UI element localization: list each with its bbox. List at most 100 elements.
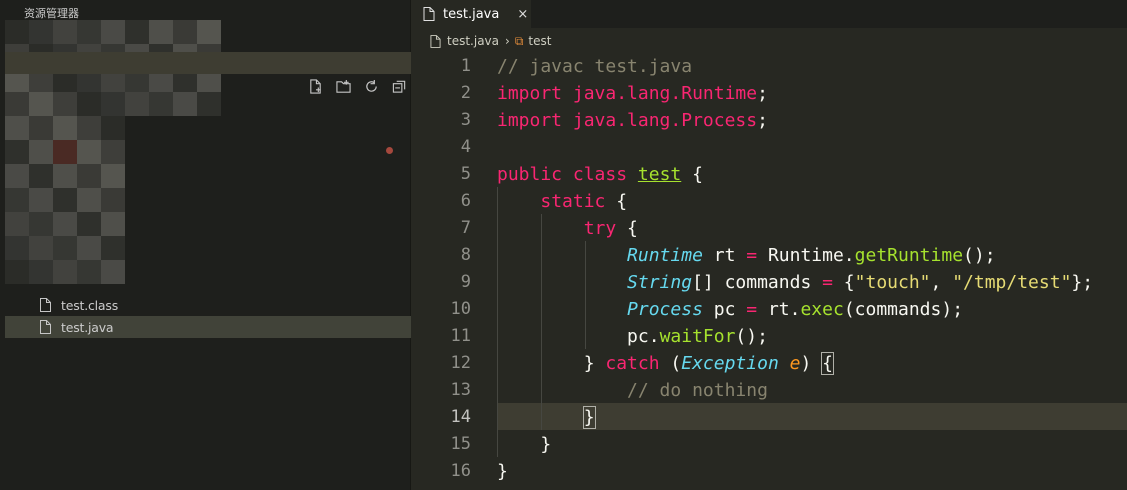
line-number: 10 xyxy=(450,299,471,319)
redaction-pixel xyxy=(53,140,77,164)
code-token: exec xyxy=(800,299,844,320)
code-token: = xyxy=(746,299,758,320)
redaction-pixel xyxy=(29,212,53,236)
code-token: { xyxy=(832,272,855,293)
code-token: waitFor xyxy=(659,326,736,347)
code-token: test xyxy=(637,164,682,185)
code-token: "/tmp/test" xyxy=(952,272,1072,293)
redaction-pixel xyxy=(77,140,101,164)
redaction-pixel xyxy=(173,20,197,44)
redaction-pixel xyxy=(77,164,101,188)
redaction-pixel xyxy=(101,140,125,164)
code-text: static { xyxy=(497,188,627,215)
redaction-pixel xyxy=(29,116,53,140)
redaction-pixel xyxy=(125,20,149,44)
code-text: } xyxy=(497,404,596,431)
folder-header-bar[interactable] xyxy=(5,52,411,74)
line-number: 9 xyxy=(460,272,471,292)
redaction-pixel xyxy=(77,212,101,236)
code-token: } xyxy=(497,353,606,374)
code-token: [] commands xyxy=(692,272,823,293)
code-token: e xyxy=(789,353,801,374)
line-number: 15 xyxy=(450,434,471,454)
line-number: 12 xyxy=(450,353,471,373)
redaction-pixel xyxy=(53,92,77,116)
redaction-pixel xyxy=(29,20,53,44)
code-text: public class test { xyxy=(497,161,703,188)
redaction-pixel xyxy=(101,116,125,140)
code-token: "touch" xyxy=(854,272,931,293)
line-number: 1 xyxy=(460,56,471,76)
code-token: import java.lang.Runtime xyxy=(497,83,758,104)
redaction-pixel xyxy=(77,260,101,284)
collapse-all-icon[interactable] xyxy=(390,77,408,95)
redaction-pixel xyxy=(53,212,77,236)
new-folder-icon[interactable] xyxy=(334,77,352,95)
breadcrumb-symbol[interactable]: test xyxy=(528,34,551,48)
code-token: { xyxy=(616,218,638,239)
redaction-pixel xyxy=(101,188,125,212)
redaction-pixel xyxy=(197,20,221,44)
breadcrumb: test.java › ⧉ test xyxy=(430,32,551,50)
redaction-pixel xyxy=(29,92,53,116)
redaction-pixel xyxy=(101,236,125,260)
redaction-pixel xyxy=(5,20,29,44)
file-name: test.java xyxy=(61,319,114,335)
redaction-pixel xyxy=(53,260,77,284)
code-text: // do nothing xyxy=(497,377,768,404)
code-token: { xyxy=(681,164,703,185)
code-token: public class xyxy=(497,164,638,185)
redaction-pixel xyxy=(77,116,101,140)
refresh-icon[interactable] xyxy=(362,77,380,95)
code-token: } xyxy=(582,406,596,429)
editor-tab-bar: test.java × xyxy=(411,0,1127,28)
redaction-pixel xyxy=(29,164,53,188)
redaction-pixel xyxy=(5,260,29,284)
code-token: static xyxy=(540,191,606,212)
code-token: try xyxy=(583,218,617,239)
line-number: 14 xyxy=(450,407,471,427)
code-text: Process pc = rt.exec(commands); xyxy=(497,296,963,323)
file-icon xyxy=(40,320,51,334)
line-number: 8 xyxy=(460,245,471,265)
redaction-pixel xyxy=(101,164,125,188)
file-item-test-class[interactable]: test.class xyxy=(5,294,411,316)
new-file-icon[interactable] xyxy=(306,77,324,95)
code-text: pc.waitFor(); xyxy=(497,323,768,350)
code-token: import java.lang.Process xyxy=(497,110,758,131)
redaction-pixel xyxy=(101,20,125,44)
code-token: = xyxy=(822,272,833,293)
code-token: = xyxy=(746,245,758,266)
code-text: import java.lang.Process; xyxy=(497,107,768,134)
code-text: Runtime rt = Runtime.getRuntime(); xyxy=(497,242,996,269)
code-token: { xyxy=(605,191,628,212)
code-token: } xyxy=(497,461,508,482)
redaction-pixel xyxy=(173,92,197,116)
redaction-pixel xyxy=(149,92,173,116)
redaction-pixel xyxy=(101,260,125,284)
line-number: 3 xyxy=(460,110,471,130)
code-text: String[] commands = {"touch", "/tmp/test… xyxy=(497,269,1093,296)
close-icon[interactable]: × xyxy=(517,7,528,22)
code-token: // do nothing xyxy=(627,380,768,401)
file-item-test-java[interactable]: test.java xyxy=(5,316,411,338)
redaction-pixel xyxy=(77,188,101,212)
redaction-pixel xyxy=(125,92,149,116)
redaction-pixel xyxy=(197,92,221,116)
sidebar-title: 资源管理器 xyxy=(24,7,79,20)
code-token: // javac test.java xyxy=(497,56,693,77)
code-editor[interactable]: 1 // javac test.java 2 import java.lang.Run… xyxy=(411,52,1127,490)
redaction-pixel xyxy=(149,20,173,44)
line-number: 13 xyxy=(450,380,471,400)
line-number: 4 xyxy=(460,137,471,157)
tab-test-java[interactable]: test.java × xyxy=(411,0,531,28)
redaction-pixel xyxy=(29,236,53,260)
breadcrumb-file[interactable]: test.java xyxy=(447,34,499,48)
redaction-pixel xyxy=(5,116,29,140)
file-name: test.class xyxy=(61,297,119,313)
redaction-pixel xyxy=(77,20,101,44)
